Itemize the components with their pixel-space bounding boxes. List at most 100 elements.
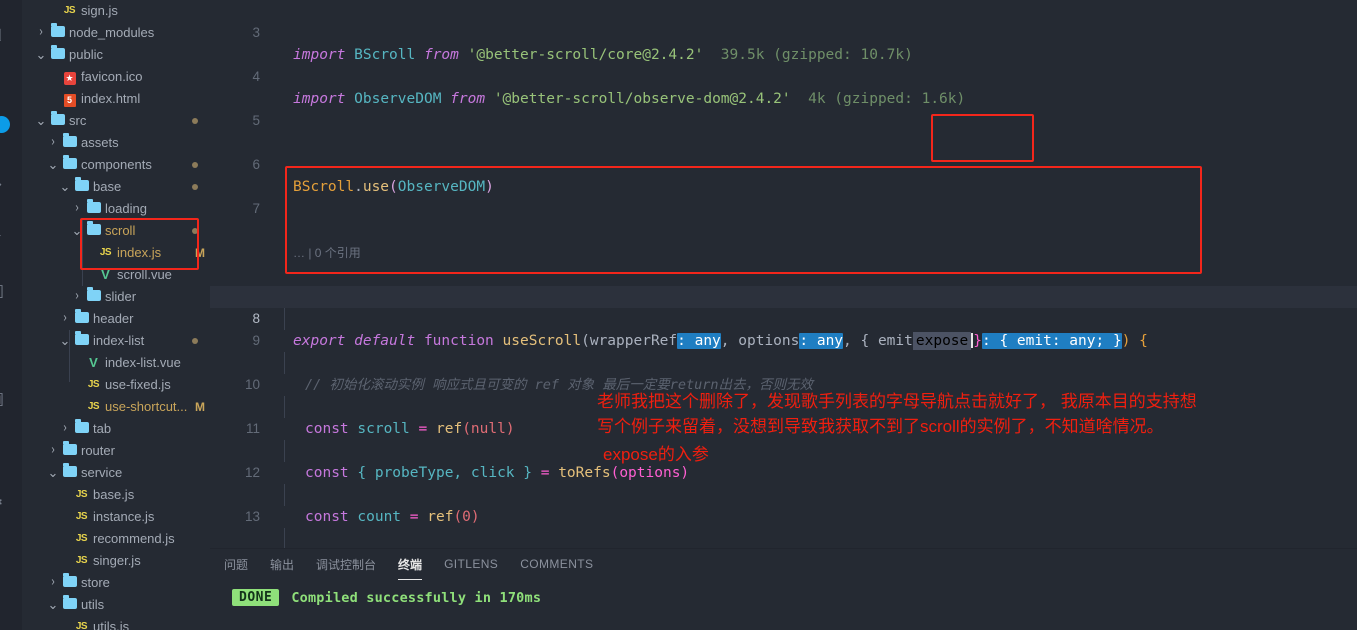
panel-tab-bar[interactable]: 问题 输出 调试控制台 终端 GITLENS COMMENTS xyxy=(210,549,1357,580)
tree-item-index-list-vue[interactable]: Vindex-list.vue xyxy=(22,352,210,374)
code-line-3[interactable]: 3 import BScroll from '@better-scroll/co… xyxy=(210,0,1357,63)
token-operator: = xyxy=(532,465,559,481)
tree-item-loading[interactable]: › loading xyxy=(22,198,210,220)
code-line-4[interactable]: 4 import ObserveDOM from '@better-scroll… xyxy=(210,44,1357,107)
chevron-right-icon[interactable]: › xyxy=(46,569,60,597)
tree-item-sign-js[interactable]: JS sign.js xyxy=(22,0,210,22)
source-control-badge xyxy=(0,116,10,133)
code-line-10[interactable]: 10 const scroll = ref(null) xyxy=(210,352,1357,437)
tree-item-instance-js[interactable]: JS instance.js xyxy=(22,506,210,528)
panel-tab--[interactable]: 输出 xyxy=(270,556,294,573)
tree-item-slider[interactable]: › slider xyxy=(22,286,210,308)
tree-item-index-html[interactable]: 5 index.html xyxy=(22,88,210,110)
tree-item-public[interactable]: ⌄ public xyxy=(22,44,210,66)
settings-gear-icon[interactable]: ⚙ xyxy=(0,494,3,511)
tree-item-label: slider xyxy=(105,289,137,304)
tree-item-index-list[interactable]: ⌄ index-list xyxy=(22,330,210,352)
token-function: ref xyxy=(435,421,463,437)
code-line-9[interactable]: 9 // 初始化滚动实例 响应式且可变的 ref 对象 最后一定要return出… xyxy=(210,308,1357,393)
panel-tab--[interactable]: 问题 xyxy=(224,556,248,573)
html-file-icon: 5 xyxy=(60,88,79,110)
chevron-right-icon[interactable]: › xyxy=(46,437,60,465)
explorer-sidebar[interactable]: JS sign.js › node_modules ⌄ public ★ favicon.ic… xyxy=(22,0,210,630)
token-param: , options xyxy=(720,333,800,349)
chevron-right-icon[interactable]: › xyxy=(70,283,84,311)
code-lens-references[interactable]: … | 0 个引用 xyxy=(293,242,361,264)
code-line-7[interactable]: 7 xyxy=(210,176,1357,216)
tree-item-header[interactable]: › header xyxy=(22,308,210,330)
source-control-icon[interactable]: ➦ xyxy=(0,176,2,193)
token-keyword: const xyxy=(305,465,349,481)
line-number: 9 xyxy=(252,333,260,348)
status-badge: DONE xyxy=(232,589,280,606)
tree-item-utils[interactable]: ⌄ utils xyxy=(22,594,210,616)
code-line-8[interactable]: 8 export default function useScroll(wrap… xyxy=(210,264,1357,350)
tree-item-node-modules[interactable]: › node_modules xyxy=(22,22,210,44)
tree-item-use-shortcut-[interactable]: JS use-shortcut... M xyxy=(22,396,210,418)
folder-icon xyxy=(60,440,79,462)
chevron-down-icon[interactable]: ⌄ xyxy=(58,330,72,352)
panel-tab-comments[interactable]: COMMENTS xyxy=(520,557,593,571)
tree-item-use-fixed-js[interactable]: JS use-fixed.js xyxy=(22,374,210,396)
token-function: toRefs xyxy=(558,465,611,481)
files-icon[interactable]: 🗋 xyxy=(0,26,2,43)
chevron-down-icon[interactable]: ⌄ xyxy=(46,154,60,176)
tree-item-base-js[interactable]: JS base.js xyxy=(22,484,210,506)
panel-tab-gitlens[interactable]: GITLENS xyxy=(444,557,498,571)
chevron-down-icon[interactable]: ⌄ xyxy=(70,220,84,242)
tree-item-store[interactable]: › store xyxy=(22,572,210,594)
code-line-12[interactable]: 12 const count = ref(0) xyxy=(210,440,1357,525)
file-tree[interactable]: JS sign.js › node_modules ⌄ public ★ favicon.ic… xyxy=(22,0,210,630)
tree-item-service[interactable]: ⌄ service xyxy=(22,462,210,484)
token-identifier: scroll xyxy=(357,421,410,437)
chevron-right-icon[interactable]: › xyxy=(70,195,84,223)
code-area[interactable]: 3 import BScroll from '@better-scroll/co… xyxy=(210,0,1357,548)
bottom-panel[interactable]: 问题 输出 调试控制台 终端 GITLENS COMMENTS DONE Compiled… xyxy=(210,548,1357,630)
folder-icon xyxy=(60,594,79,616)
js-file-icon: JS xyxy=(75,555,88,566)
inlay-hint-type: : any xyxy=(677,333,721,349)
folder-icon xyxy=(60,462,79,484)
folder-icon xyxy=(72,418,91,440)
line-number: 3 xyxy=(252,25,260,40)
code-editor[interactable]: 3 import BScroll from '@better-scroll/co… xyxy=(210,0,1357,630)
tree-item-index-js[interactable]: JS index.js M xyxy=(22,242,210,264)
tree-item-base[interactable]: ⌄ base xyxy=(22,176,210,198)
js-file-icon: JS xyxy=(75,489,88,500)
extensions-icon[interactable]: ◫ xyxy=(0,282,4,299)
code-lens-row[interactable]: … | 0 个引用 xyxy=(210,220,1357,260)
git-modified-dot xyxy=(192,162,198,168)
token-expose-selected[interactable]: expose xyxy=(912,332,972,350)
tree-item-utils-js[interactable]: JS utils.js xyxy=(22,616,210,630)
panel-tab--[interactable]: 调试控制台 xyxy=(316,556,376,573)
code-line-6[interactable]: 6 BScroll.use(ObserveDOM) xyxy=(210,132,1357,195)
folder-icon xyxy=(72,308,91,330)
tree-item-router[interactable]: › router xyxy=(22,440,210,462)
chevron-right-icon[interactable]: › xyxy=(34,19,48,47)
testing-icon[interactable]: ▣ xyxy=(0,390,4,407)
line-number: 13 xyxy=(244,509,260,524)
tree-item-scroll[interactable]: ⌄ scroll xyxy=(22,220,210,242)
panel-tab--[interactable]: 终端 xyxy=(398,556,423,580)
tree-item-scroll-vue[interactable]: Vscroll.vue xyxy=(22,264,210,286)
chevron-right-icon[interactable]: › xyxy=(58,305,72,333)
code-line-5[interactable]: 5 xyxy=(210,88,1357,128)
code-line-14[interactable]: 14 const increment = () => { ++count.val… xyxy=(210,528,1357,548)
code-line-13[interactable]: 13 /* -----------------------------测试方法，… xyxy=(210,484,1357,524)
tree-item-recommend-js[interactable]: JS recommend.js xyxy=(22,528,210,550)
tree-item-label: utils xyxy=(81,597,105,612)
run-debug-icon[interactable]: ▷ xyxy=(0,226,1,243)
chevron-down-icon[interactable]: ⌄ xyxy=(34,44,48,66)
tree-item-components[interactable]: ⌄ components xyxy=(22,154,210,176)
tree-item-label: tab xyxy=(93,421,112,436)
folder-icon xyxy=(48,44,67,66)
tree-item-label: instance.js xyxy=(93,509,155,524)
tree-item-label: scroll xyxy=(105,223,136,238)
activity-bar[interactable]: 🗋 ➦ ▷ ◫ ≡ ▣ ○ ⚙ xyxy=(0,0,22,630)
tree-item-favicon-ico[interactable]: ★ favicon.ico xyxy=(22,66,210,88)
chevron-right-icon[interactable]: › xyxy=(46,129,60,157)
chevron-right-icon[interactable]: › xyxy=(58,415,72,443)
chevron-down-icon[interactable]: ⌄ xyxy=(46,462,60,484)
chevron-down-icon[interactable]: ⌄ xyxy=(46,594,60,616)
tree-item-assets[interactable]: › assets xyxy=(22,132,210,154)
